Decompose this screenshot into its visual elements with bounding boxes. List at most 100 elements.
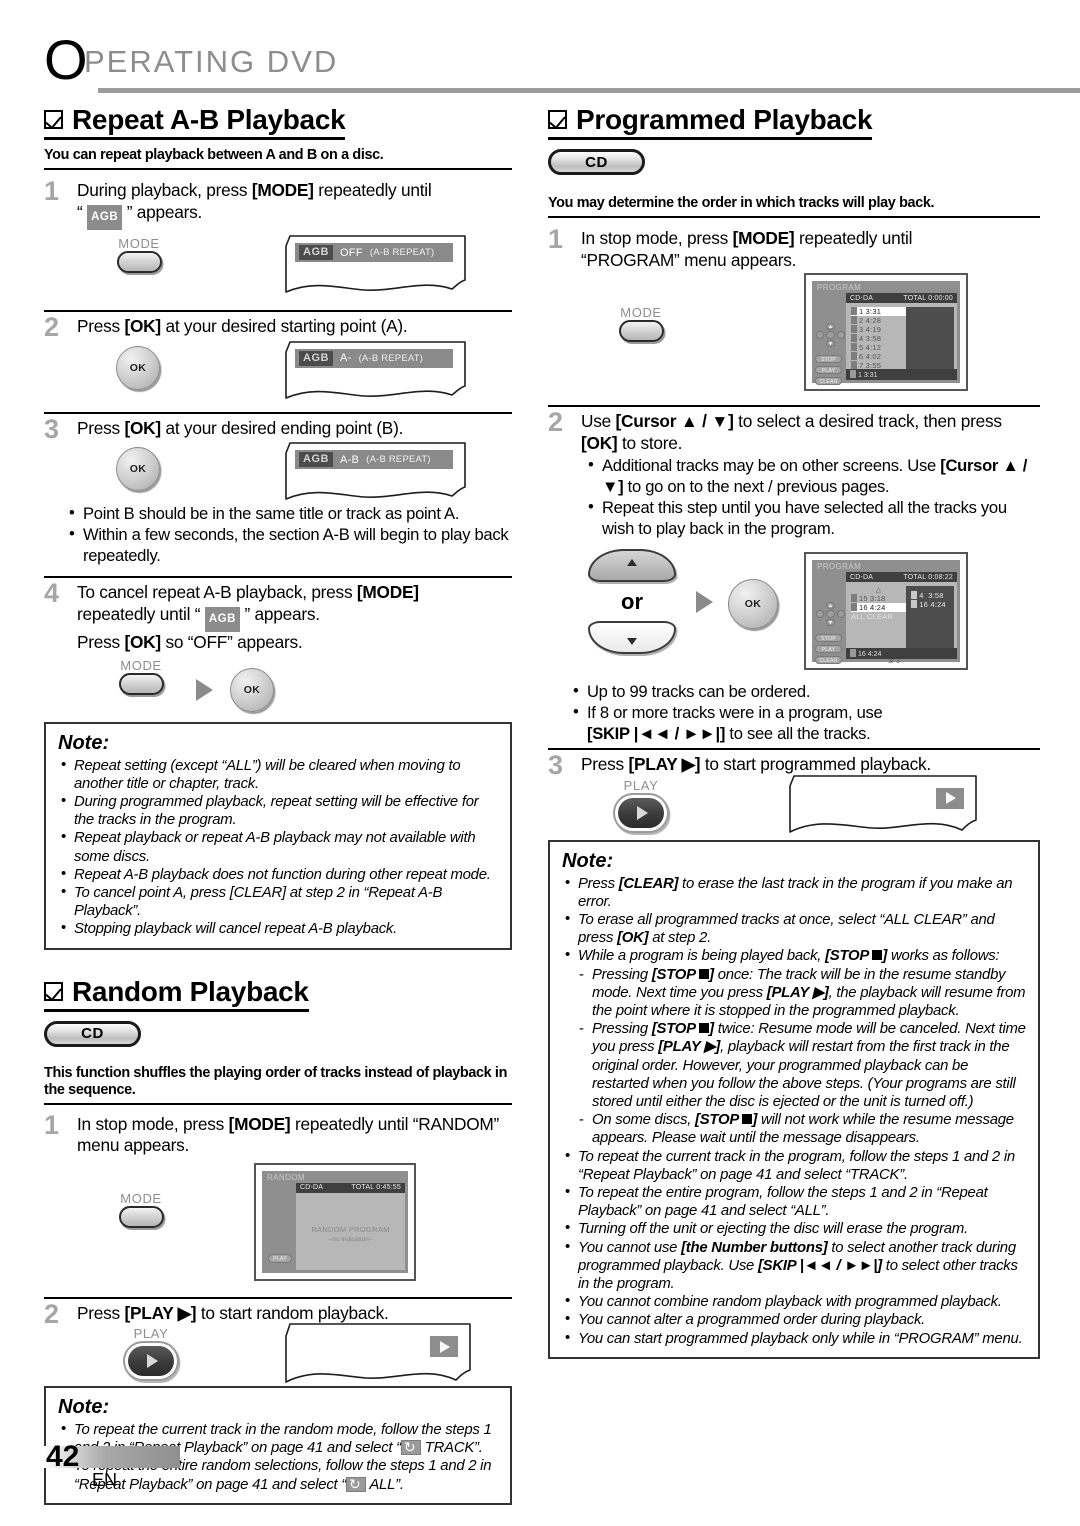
nav-down-icon[interactable]: ▼ (826, 619, 835, 626)
osd-status-bar: AGB A-B (A-B REPEAT) (295, 450, 453, 469)
track-icon (851, 594, 857, 602)
disc-type: CD-DA (850, 573, 874, 581)
track-row[interactable]: 4 3:58 (851, 334, 906, 343)
clear-sidechip[interactable]: CLEAR (815, 377, 842, 385)
play-button-group[interactable]: PLAY (596, 778, 686, 833)
cd-badge: CD (44, 1020, 141, 1047)
ok-button[interactable]: OK (116, 345, 160, 390)
note-box-programmed: Note: Press [CLEAR] to erase the last tr… (548, 839, 1040, 1359)
total-value: 0:08:22 (928, 573, 953, 581)
mode-button-group[interactable]: MODE (96, 1191, 186, 1228)
total-label: TOTAL (351, 1184, 375, 1192)
step-quote-close: ” appears. (126, 201, 203, 222)
play-sidechip[interactable]: PLAY (815, 645, 842, 653)
nav-right-icon[interactable] (837, 331, 845, 339)
clear-sidechip[interactable]: CLEAR (815, 656, 842, 664)
nav-down-icon[interactable]: ▼ (826, 340, 835, 347)
program-osd-box-2: PROGRAM CD-DA TOTAL 0:08:22 △ 15 3:18 16… (804, 552, 968, 670)
play-key: [PLAY ▶] (124, 1302, 197, 1323)
or-label: or (621, 589, 643, 614)
track-icon (851, 316, 857, 324)
agb-chip-icon: AGB (299, 350, 333, 366)
nav-up-icon[interactable]: ▲ (826, 602, 835, 609)
prog-step2-bullets: Additional tracks may be on other screen… (587, 454, 1040, 539)
all-clear-row[interactable]: ALL CLEAR (851, 612, 906, 621)
program-osd-box-1: PROGRAM CD-DA TOTAL 0:00:00 1 3:31 2 4:2… (804, 273, 968, 391)
track-icon (911, 600, 918, 608)
track-icon (911, 591, 918, 599)
no-indication-text: --no indication-- (327, 1235, 374, 1243)
list-item: You cannot use [the Number buttons] to s… (562, 1238, 1028, 1294)
list-item: Repeat this step until you have selected… (587, 496, 1040, 539)
nav-left-icon[interactable] (816, 331, 824, 339)
mode-button[interactable] (118, 1205, 164, 1228)
step-number: 1 (44, 176, 60, 206)
program-track-list-2[interactable]: △ 15 3:18 16 4:24 ALL CLEAR 3/ 3 (846, 586, 906, 665)
track-row[interactable]: 1 3:31 (851, 307, 906, 316)
play-button-group[interactable]: PLAY (106, 1326, 196, 1382)
track-icon (850, 649, 856, 657)
ok-key: [OK] (617, 930, 649, 947)
random-osd-panel: CD-DA TOTAL 0:45:55 RANDOM PROGRAM --no … (296, 1182, 405, 1270)
page-number: 42 (46, 1440, 80, 1473)
cursor-down-button[interactable] (588, 621, 676, 654)
mode-button[interactable] (118, 672, 164, 695)
program-osd-screen-1: PROGRAM CD-DA TOTAL 0:00:00 1 3:31 2 4:2… (812, 281, 960, 385)
step-text: Press [PLAY ▶] to start random playback. (77, 1303, 512, 1325)
track-row[interactable]: 2 4:28 (851, 316, 906, 325)
stop-sidechip[interactable]: STOP (815, 634, 842, 642)
step-2-repeat-ab: 2 Press [OK] at your desired starting po… (44, 312, 512, 341)
nav-ok-icon[interactable] (826, 331, 835, 339)
mode-button[interactable] (116, 251, 162, 273)
nav-pad-icon[interactable]: ▲ ▼ (816, 323, 845, 349)
section-title-text: Random Playback (72, 975, 309, 1007)
step-number: 1 (548, 224, 564, 254)
list-item: You can start programmed playback only w… (562, 1329, 1028, 1348)
track-icon (851, 325, 857, 333)
mode-button-group[interactable]: MODE (94, 236, 184, 273)
track-row[interactable]: 15 3:18 (851, 594, 906, 603)
cursor-up-button[interactable] (588, 549, 676, 582)
osd-status-bar: AGB A- (A-B REPEAT) (295, 348, 453, 368)
step-1-figure: MODE AGB OFF (A-B REPEAT) (44, 235, 512, 304)
nav-right-icon[interactable] (837, 610, 845, 618)
nav-pad-icon[interactable]: ▲ ▼ (816, 602, 845, 628)
play-sidechip[interactable]: PLAY (815, 366, 842, 374)
list-item: Repeat playback or repeat A-B playback m… (58, 828, 500, 865)
track-time: 4:02 (865, 352, 882, 361)
step-2-random-figure: PLAY (44, 1323, 512, 1390)
mode-button-label: MODE (620, 305, 662, 320)
stop-square-icon (699, 968, 710, 979)
play-button[interactable] (123, 1341, 179, 1382)
scroll-up-icon[interactable]: △ (851, 586, 906, 594)
play-button[interactable] (613, 792, 669, 833)
ok-button[interactable]: OK (728, 579, 778, 629)
track-row[interactable]: 6 4:02 (851, 352, 906, 361)
check-box-icon (44, 981, 63, 1001)
header-dropcap: O (44, 28, 88, 91)
ok-button-label: OK (744, 598, 762, 610)
ok-button[interactable]: OK (230, 667, 274, 712)
track-row[interactable]: 3 4:19 (851, 325, 906, 334)
play-button-inner (618, 797, 664, 828)
step-2-figure: OK AGB A- (A-B REPEAT) (44, 340, 512, 406)
status-text: 16 4:24 (858, 651, 882, 658)
mode-button-group[interactable]: MODE (96, 658, 186, 695)
track-row[interactable]: 5 4:12 (851, 343, 906, 352)
programmed-lead: You may determine the order in which tra… (548, 195, 1040, 218)
track-row[interactable]: 16 4:24 (851, 603, 906, 612)
step-text: Press [OK] at your desired starting poin… (77, 316, 512, 338)
osd-mode-sub: (A-B REPEAT) (369, 247, 435, 258)
ok-button[interactable]: OK (116, 447, 160, 491)
nav-up-icon[interactable]: ▲ (826, 323, 835, 330)
nav-ok-icon[interactable] (826, 610, 835, 618)
list-item: To repeat the entire program, follow the… (562, 1183, 1028, 1220)
mode-key: [MODE] (732, 228, 795, 248)
mode-button-group[interactable]: MODE (596, 305, 686, 342)
list-item: Point B should be in the same title or t… (68, 502, 512, 524)
stop-sidechip[interactable]: STOP (815, 355, 842, 363)
mode-button[interactable] (618, 320, 664, 342)
note-title: Note: (58, 1396, 110, 1419)
agb-icon: AGB (204, 606, 240, 632)
nav-left-icon[interactable] (816, 610, 824, 618)
